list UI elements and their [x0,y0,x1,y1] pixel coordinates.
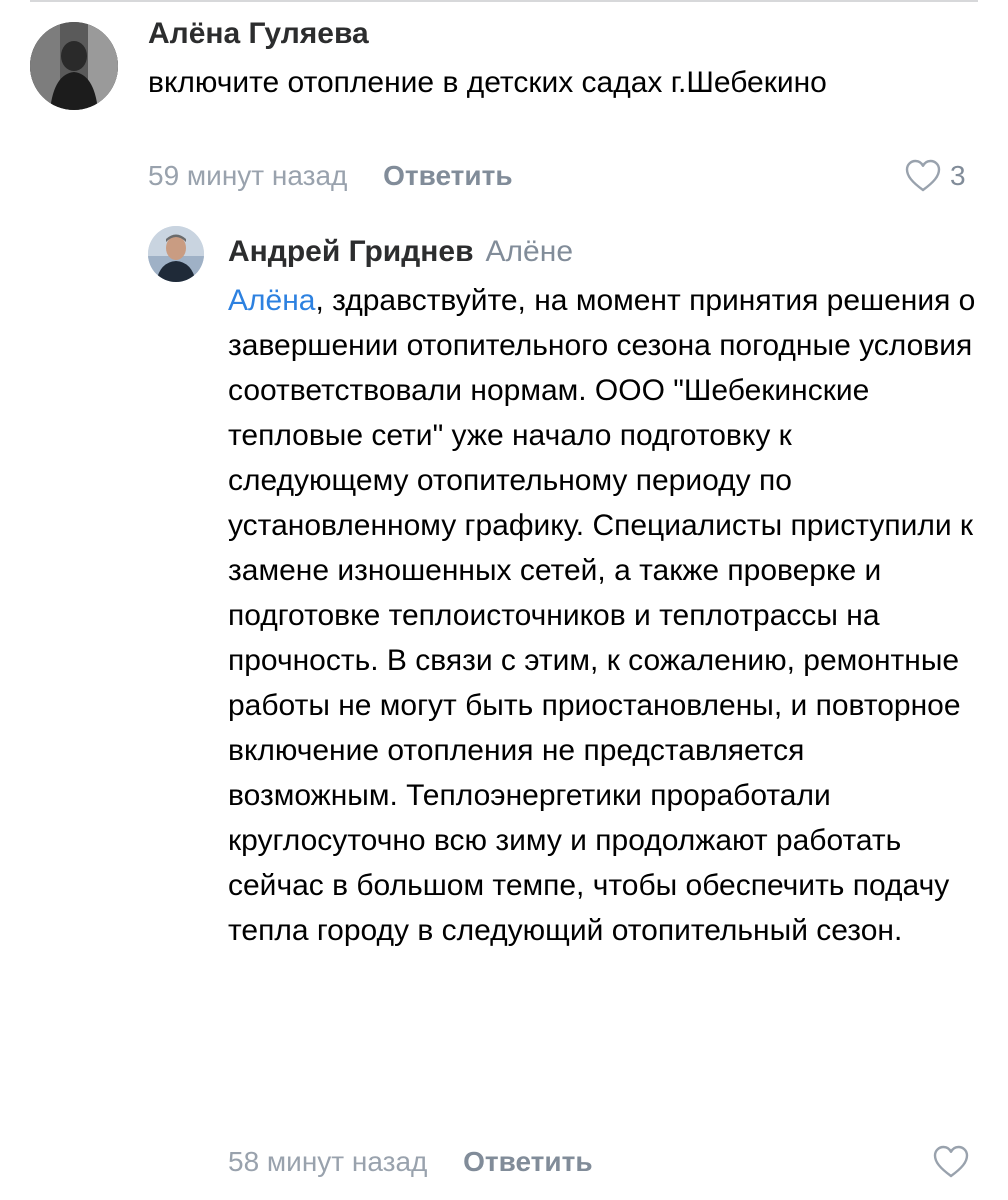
reply-author: Андрей Гриднев Алёне [228,232,573,272]
heart-outline-icon [904,158,942,194]
like-button[interactable] [932,1144,970,1180]
reply-button[interactable]: Ответить [383,160,512,191]
avatar-photo [148,226,204,282]
avatar[interactable] [148,226,204,282]
author-name[interactable]: Алёна Гуляева [148,14,369,54]
comment-text: включите отопление в детских садах г.Шеб… [148,66,827,99]
reply-body: , здравствуйте, на момент принятия решен… [228,284,976,947]
comment-meta: 58 минут назад Ответить [228,1144,593,1180]
timestamp: 59 минут назад [148,160,348,191]
author-name[interactable]: Андрей Гриднев [228,235,474,268]
timestamp: 58 минут назад [228,1146,428,1177]
comments-thread: Алёна Гуляева включите отопление в детск… [0,0,1008,1200]
reply-button[interactable]: Ответить [463,1146,592,1177]
like-count: 3 [950,160,966,191]
reply-text: Алёна, здравствуйте, на момент принятия … [228,278,978,953]
avatar-photo [30,22,118,110]
comment-meta: 59 минут назад Ответить [148,158,513,194]
like-button[interactable]: 3 [904,158,966,194]
mention-link[interactable]: Алёна [228,284,315,317]
heart-outline-icon [932,1144,970,1180]
divider [30,0,978,2]
avatar[interactable] [30,22,118,110]
reply-to-name[interactable]: Алёне [486,235,573,268]
